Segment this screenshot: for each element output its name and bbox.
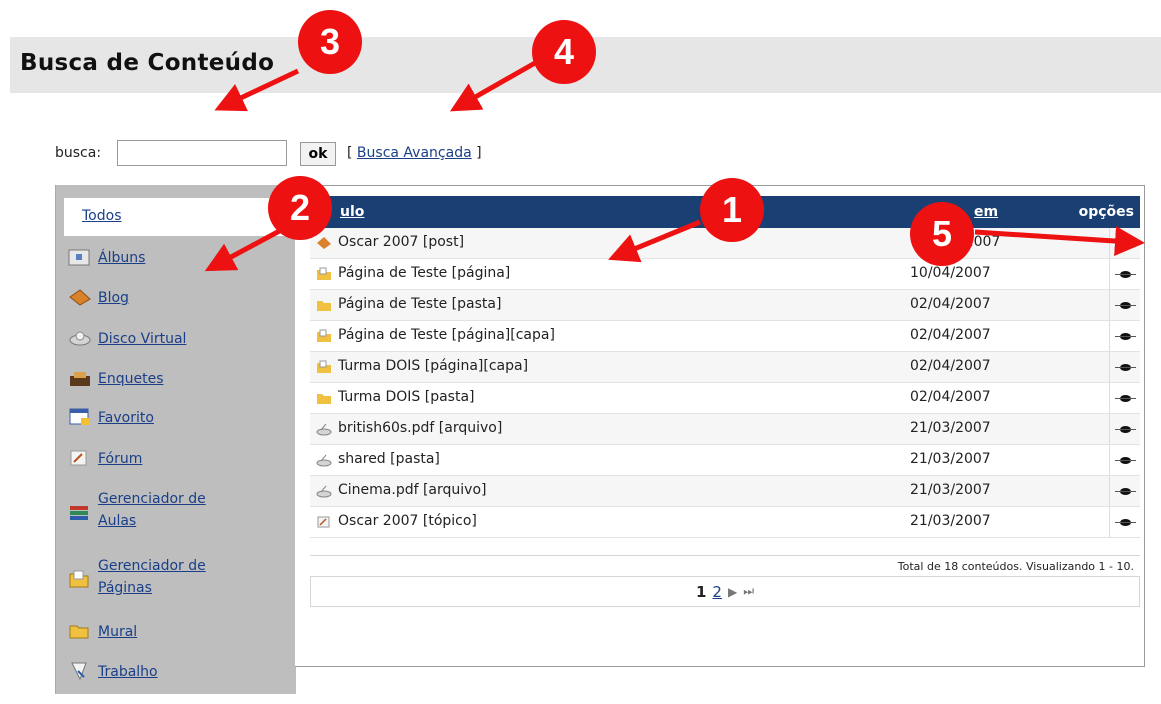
arrow-1 — [608, 219, 701, 263]
callout-2: 2 — [268, 176, 332, 240]
arrow-3 — [214, 68, 300, 112]
callout-3: 3 — [298, 10, 362, 74]
callout-5: 5 — [910, 202, 974, 266]
callout-1: 1 — [700, 178, 764, 242]
callout-4: 4 — [532, 20, 596, 84]
arrow-4 — [449, 60, 537, 112]
annotation-arrows — [204, 60, 1145, 272]
arrow-5 — [974, 226, 1145, 257]
arrow-2 — [204, 225, 287, 272]
